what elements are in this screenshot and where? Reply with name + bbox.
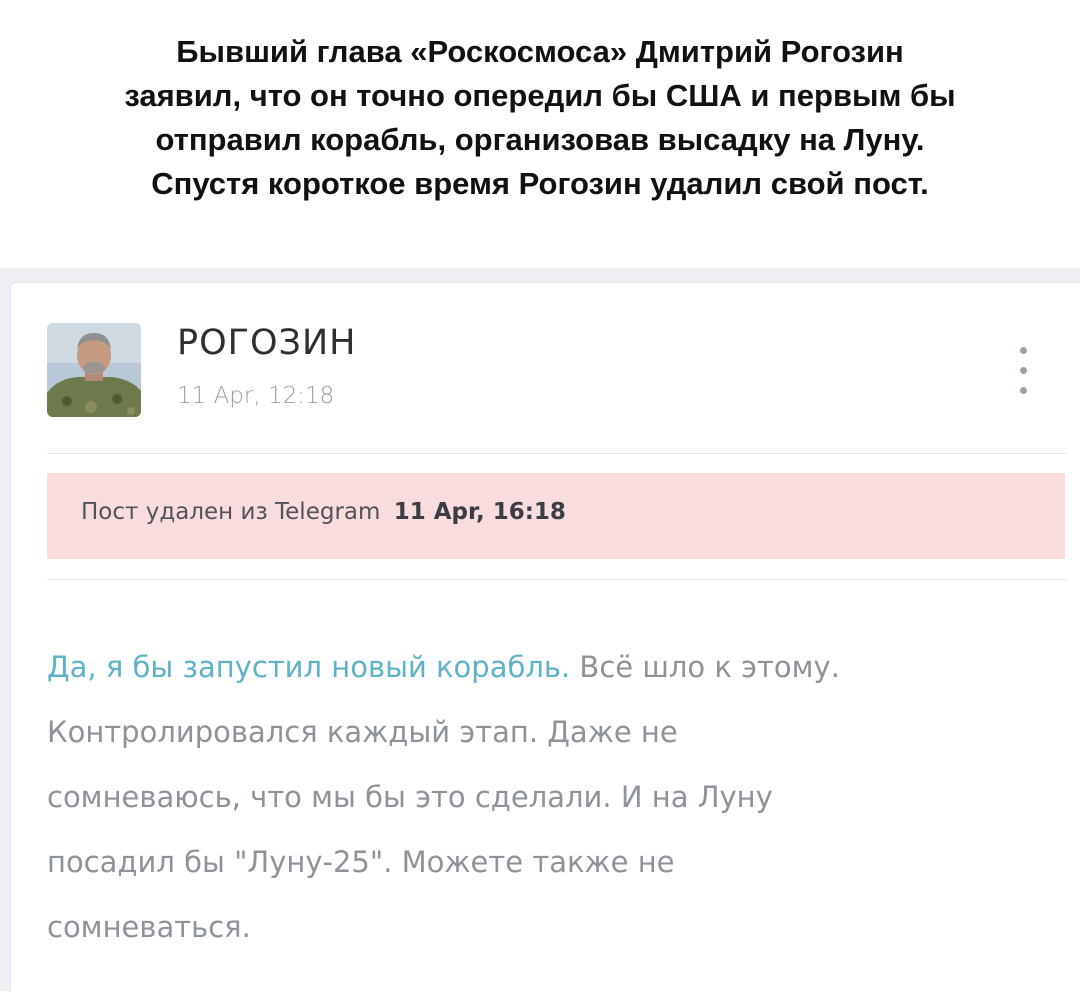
avatar[interactable] [47, 323, 141, 417]
deleted-notice-text: Пост удален из Telegram 11 Apr, 16:18 [81, 499, 566, 525]
post-body-line-4: посадил бы "Луну-25". Можете также не [47, 845, 675, 879]
post-timestamp: 11 Apr, 12:18 [177, 383, 335, 409]
author-name[interactable]: РОГОЗИН [177, 323, 357, 363]
post-body: Да, я бы запустил новый корабль. Всё шло… [47, 635, 1067, 960]
avatar-photo [47, 323, 141, 417]
more-vertical-icon-dot [1020, 387, 1027, 394]
caption-line-2: заявил, что он точно опередил бы США и п… [124, 78, 956, 113]
post-body-line-1-rest: Всё шло к этому. [570, 650, 840, 684]
caption-line-4: Спустя короткое время Рогозин удалил сво… [151, 166, 929, 201]
deleted-notice-banner: Пост удален из Telegram 11 Apr, 16:18 [47, 473, 1065, 559]
caption-line-1: Бывший глава «Роскосмоса» Дмитрий Рогози… [176, 34, 904, 69]
post-body-line-1: Да, я бы запустил новый корабль. Всё шло… [47, 635, 1067, 700]
headline-caption: Бывший глава «Роскосмоса» Дмитрий Рогози… [40, 30, 1040, 206]
post-card: РОГОЗИН 11 Apr, 12:18 Пост удален из Tel… [10, 282, 1080, 992]
deleted-notice-label: Пост удален из Telegram [81, 499, 381, 525]
more-vertical-icon-dot [1020, 367, 1027, 374]
deleted-notice-date: 11 Apr, 16:18 [393, 499, 566, 525]
post-body-line-2: Контролировался каждый этап. Даже не [47, 715, 678, 749]
more-vertical-icon [1020, 347, 1027, 354]
post-body-line-5: сомневаться. [47, 910, 251, 944]
post-body-line-3: сомневаюсь, что мы бы это сделали. И на … [47, 780, 773, 814]
banner-divider [47, 579, 1067, 580]
header-divider [47, 453, 1067, 454]
more-menu-button[interactable] [1011, 341, 1035, 401]
post-link[interactable]: Да, я бы запустил новый корабль. [47, 650, 570, 684]
caption-line-3: отправил корабль, организовав высадку на… [155, 122, 925, 157]
